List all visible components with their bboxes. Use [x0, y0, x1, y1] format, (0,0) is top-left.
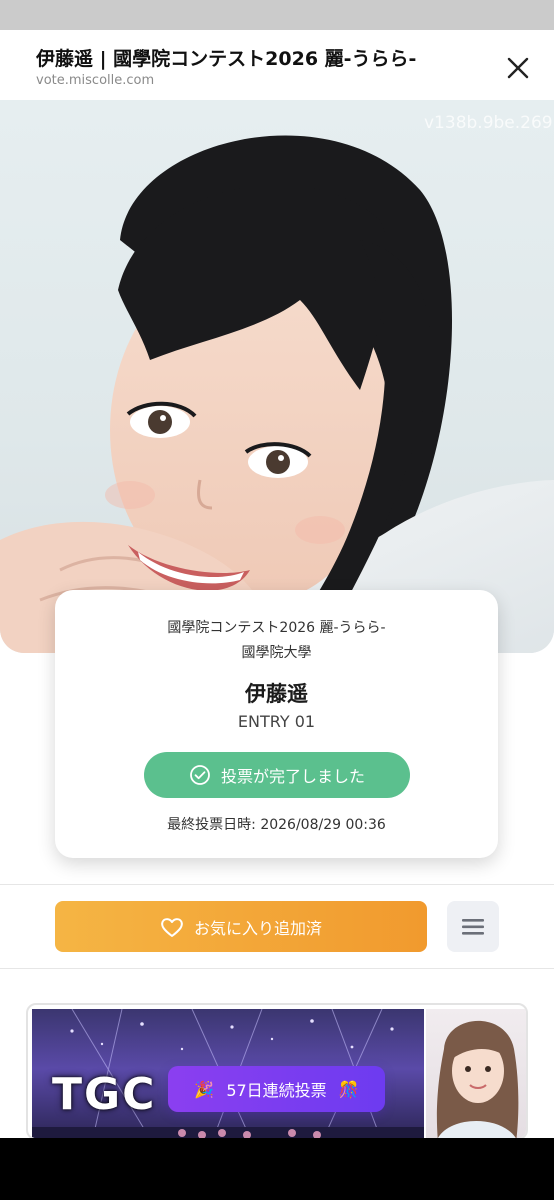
- last-vote-time: 最終投票日時: 2026/08/29 00:36: [167, 817, 386, 833]
- hamburger-icon: [462, 918, 484, 935]
- entry-number: ENTRY 01: [237, 712, 316, 731]
- heart-icon: [161, 917, 183, 937]
- divider-top: [0, 884, 554, 885]
- page-title: 伊藤遥 | 國學院コンテスト2026 麗-うらら-: [36, 48, 417, 70]
- entry-card: 國學院コンテスト2026 麗-うらら- 國學院大學 伊藤遥 ENTRY 01 投…: [55, 590, 498, 858]
- banner-portrait-image: [426, 1009, 526, 1138]
- banner-title-text: TGC: [52, 1069, 157, 1120]
- entrant-name: 伊藤遥: [245, 682, 308, 706]
- status-strip: [0, 0, 554, 30]
- streak-label: 57日連続投票: [226, 1081, 327, 1100]
- watermark-top: v138b.9be.269: [424, 113, 553, 133]
- system-nav-bar: [0, 1138, 554, 1200]
- university-name: 國學院大學: [241, 645, 312, 661]
- close-icon: [507, 57, 529, 79]
- vote-status-label: 投票が完了しました: [220, 767, 365, 786]
- divider-bottom: [0, 968, 554, 969]
- close-button[interactable]: [500, 50, 536, 86]
- portrait-illustration: [0, 135, 554, 653]
- confetti-icon: 🎊: [338, 1079, 359, 1099]
- page-url: vote.miscolle.com: [36, 73, 155, 88]
- check-circle-icon: [190, 765, 210, 785]
- party-popper-icon: 🎉: [194, 1079, 215, 1099]
- streak-badge[interactable]: 🎉 57日連続投票 🎊: [168, 1066, 385, 1112]
- vote-complete-button[interactable]: 投票が完了しました: [144, 752, 410, 798]
- favorite-label: お気に入り追加済: [193, 918, 322, 938]
- favorite-button[interactable]: お気に入り追加済: [55, 901, 427, 952]
- browser-header: 伊藤遥 | 國學院コンテスト2026 麗-うらら- vote.miscolle.…: [0, 30, 554, 100]
- portrait-thumbnail-illustration: [436, 1020, 519, 1138]
- profile-photo: v138b.9be.269 v138b.9be.269: [0, 100, 554, 653]
- menu-button[interactable]: [447, 901, 499, 952]
- contest-name: 國學院コンテスト2026 麗-うらら-: [167, 620, 386, 636]
